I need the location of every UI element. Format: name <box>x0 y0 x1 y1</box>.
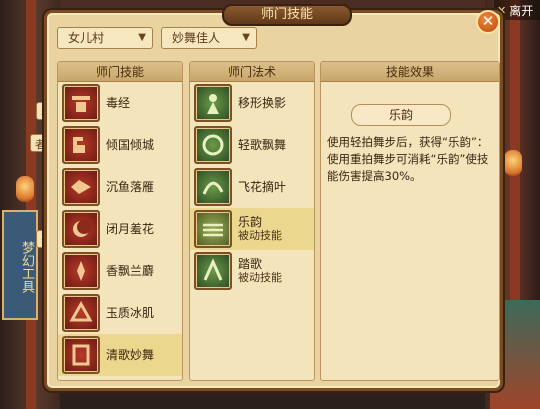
lantern-icon <box>504 150 522 176</box>
spell-row[interactable]: 移形换影 <box>190 82 314 124</box>
flower-icon <box>194 168 232 206</box>
spell-row[interactable]: 轻歌飘舞 <box>190 124 314 166</box>
panel-title: 师门技能 <box>222 4 352 26</box>
skill-name: 玉质冰肌 <box>106 306 155 320</box>
shop-sign: 梦幻工具 <box>2 210 38 320</box>
skill-row[interactable]: 倾国倾城 <box>58 124 182 166</box>
skill-text: 轻歌飘舞 <box>238 138 286 152</box>
skill-text: 毒经 <box>106 96 130 110</box>
skill-row[interactable]: 沉鱼落雁 <box>58 166 182 208</box>
effect-column: 技能效果 乐韵 使用轻拍舞步后，获得“乐韵”：使用重拍舞步可消耗“乐韵”使技能伤… <box>320 61 500 381</box>
leave-label: 离开 <box>509 3 534 18</box>
melody-icon <box>194 210 232 248</box>
faction-dropdown[interactable]: 妙舞佳人 ▼ <box>161 27 257 49</box>
skill-name: 沉鱼落雁 <box>106 180 155 194</box>
skill-text: 玉质冰肌 <box>106 306 154 320</box>
faction-dropdown-value: 妙舞佳人 <box>172 31 221 45</box>
spells-column-header: 师门法术 <box>190 62 314 82</box>
skill-type: 被动技能 <box>238 271 282 284</box>
chevron-down-icon: ▼ <box>138 32 146 43</box>
dance-icon <box>62 336 100 374</box>
skill-name: 乐韵 <box>238 215 263 229</box>
effect-description: 使用轻拍舞步后，获得“乐韵”：使用重拍舞步可消耗“乐韵”使技能伤害提高30%。 <box>327 135 489 183</box>
skill-text: 倾国倾城 <box>106 138 154 152</box>
skill-text: 香飘兰麝 <box>106 264 154 278</box>
skill-text: 踏歌 被动技能 <box>238 257 282 285</box>
spell-row[interactable]: 乐韵 被动技能 <box>190 208 314 250</box>
chevron-down-icon: ▼ <box>242 32 250 43</box>
step-icon <box>194 252 232 290</box>
effect-column-header: 技能效果 <box>321 62 499 82</box>
skill-row[interactable]: 清歌妙舞 <box>58 334 182 376</box>
skills-panel: 师门技能 女儿村 ▼ 妙舞佳人 ▼ 师门技能 毒经倾国倾城沉鱼落雁闭月羞花香飘兰… <box>44 4 503 391</box>
moon-icon <box>62 210 100 248</box>
beauty-icon <box>62 126 100 164</box>
fish-icon <box>62 168 100 206</box>
skill-text: 沉鱼落雁 <box>106 180 154 194</box>
skill-text: 乐韵 被动技能 <box>238 215 282 243</box>
skill-text: 移形换影 <box>238 96 286 110</box>
lantern-icon <box>16 176 34 202</box>
spell-row[interactable]: 飞花摘叶 <box>190 166 314 208</box>
skill-name: 闭月羞花 <box>106 222 155 236</box>
spells-column: 师门法术 移形换影 轻歌飘舞 飞花摘叶 乐韵 被动技能 踏歌 被动技能 <box>189 61 315 381</box>
skill-row[interactable]: 香飘兰麝 <box>58 250 182 292</box>
shift-icon <box>194 84 232 122</box>
skill-name: 香飘兰麝 <box>106 264 155 278</box>
orchid-icon <box>62 252 100 290</box>
skill-name: 倾国倾城 <box>106 138 155 152</box>
skill-type: 被动技能 <box>238 229 282 242</box>
skill-name: 清歌妙舞 <box>106 348 155 362</box>
skills-column: 师门技能 毒经倾国倾城沉鱼落雁闭月羞花香飘兰麝玉质冰肌清歌妙舞 <box>57 61 183 381</box>
skill-text: 飞花摘叶 <box>238 180 286 194</box>
skill-text: 闭月羞花 <box>106 222 154 236</box>
skill-name: 毒经 <box>106 96 131 110</box>
skill-row[interactable]: 闭月羞花 <box>58 208 182 250</box>
spell-row[interactable]: 踏歌 被动技能 <box>190 250 314 292</box>
close-icon: ✕ <box>481 12 495 30</box>
skill-name: 踏歌 <box>238 257 263 271</box>
skill-text: 清歌妙舞 <box>106 348 154 362</box>
skill-name: 移形换影 <box>238 96 287 110</box>
skill-row[interactable]: 毒经 <box>58 82 182 124</box>
skill-name: 飞花摘叶 <box>238 180 287 194</box>
school-dropdown[interactable]: 女儿村 ▼ <box>57 27 153 49</box>
jade-icon <box>62 294 100 332</box>
pillar <box>26 0 36 409</box>
close-button[interactable]: ✕ <box>476 10 500 34</box>
skills-column-header: 师门技能 <box>58 62 182 82</box>
skill-name: 轻歌飘舞 <box>238 138 287 152</box>
school-dropdown-value: 女儿村 <box>68 31 105 45</box>
skill-row[interactable]: 玉质冰肌 <box>58 292 182 334</box>
effect-skill-name: 乐韵 <box>351 104 451 126</box>
poison-icon <box>62 84 100 122</box>
song-icon <box>194 126 232 164</box>
